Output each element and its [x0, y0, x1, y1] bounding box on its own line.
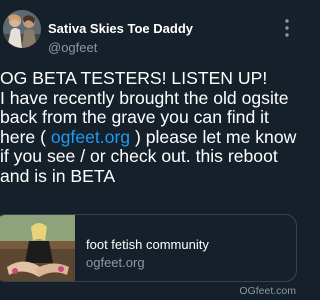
avatar-photo-icon	[3, 10, 41, 48]
card-domain: ogfeet.org	[86, 255, 145, 270]
tweet-line: if you see / or check out. this reboot	[0, 146, 278, 166]
tweet-line: and is in BETA	[0, 165, 116, 186]
ogfeet-link[interactable]: ogfeet.org	[51, 127, 130, 147]
author-handle[interactable]: @ogfeet	[48, 40, 97, 55]
tweet-screen: Sativa Skies Toe Daddy @ogfeet OG BETA T…	[0, 0, 300, 300]
tweet-line: here ( ogfeet.org ) please let me know	[0, 126, 298, 148]
author-avatar[interactable]	[3, 10, 41, 48]
more-options-button[interactable]	[281, 17, 293, 39]
more-vertical-icon	[285, 19, 289, 37]
card-thumbnail-photo-icon	[0, 215, 75, 281]
link-preview-card[interactable]: foot fetish community ogfeet.org	[0, 214, 297, 282]
tweet-line: back from the grave you can find it	[0, 107, 269, 127]
tweet-line-suffix: ) please let me know	[130, 126, 297, 147]
author-name[interactable]: Sativa Skies Toe Daddy	[48, 21, 193, 36]
card-title: foot fetish community	[86, 237, 209, 252]
tweet-line-prefix: here (	[0, 126, 51, 147]
tweet-line: I have recently brought the old ogsite	[0, 87, 289, 108]
tweet-text: OG BETA TESTERS! LISTEN UP! I have recen…	[0, 68, 298, 186]
tweet-line: OG BETA TESTERS! LISTEN UP!	[0, 68, 268, 88]
watermark: OGfeet.com	[239, 285, 296, 297]
card-thumbnail	[0, 215, 75, 281]
